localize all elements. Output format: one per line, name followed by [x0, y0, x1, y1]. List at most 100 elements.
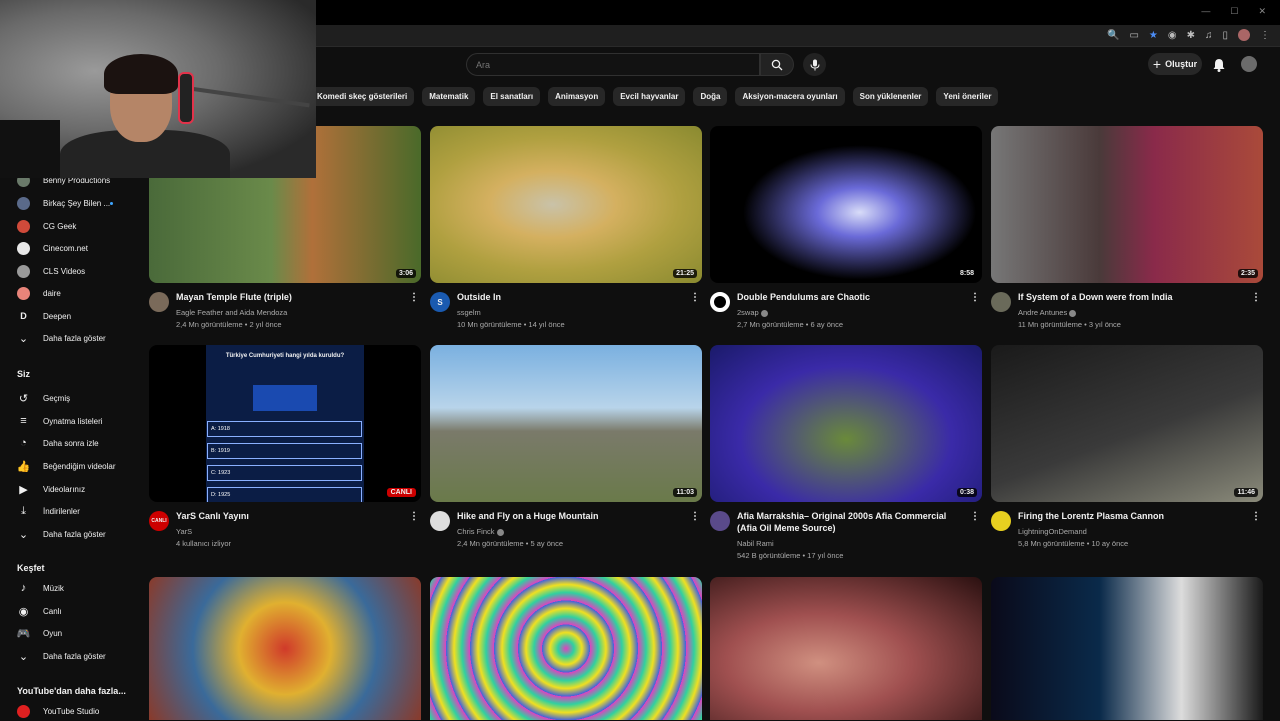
media-icon[interactable]: ♫ — [1205, 30, 1213, 41]
channel-avatar[interactable] — [710, 511, 730, 531]
category-chip[interactable]: Evcil hayvanlar — [613, 87, 686, 106]
video-title[interactable]: If System of a Down were from India — [1018, 291, 1238, 303]
search-button[interactable] — [760, 53, 794, 76]
video-thumbnail[interactable]: 21:25 — [430, 126, 702, 283]
sidebar-item-youtube-studio[interactable]: YouTube Studio — [0, 701, 130, 721]
sidebar-section-you[interactable]: Siz — [17, 369, 30, 379]
sidebar-section-explore[interactable]: Keşfet — [17, 563, 45, 573]
sidebar-item-subscription[interactable]: CLS Videos — [0, 261, 130, 281]
category-chip[interactable]: Aksiyon-macera oyunları — [735, 87, 845, 106]
channel-name[interactable]: Nabil Rami — [737, 539, 774, 548]
sidebar-item-you[interactable]: ↺ Geçmiş — [0, 388, 130, 408]
profile-avatar[interactable] — [1238, 29, 1250, 41]
channel-name[interactable]: Andre Antunes — [1018, 308, 1077, 317]
account-avatar[interactable] — [1241, 56, 1257, 72]
video-thumbnail[interactable]: 0:38 — [710, 345, 982, 502]
sidebar-item-subscription[interactable]: CG Geek — [0, 216, 130, 236]
more-options-icon[interactable]: ⋮ — [970, 292, 980, 303]
channel-avatar[interactable] — [430, 511, 450, 531]
channel-name[interactable]: LightningOnDemand — [1018, 527, 1087, 536]
channel-avatar[interactable] — [991, 511, 1011, 531]
channel-avatar[interactable] — [710, 292, 730, 312]
category-chip[interactable]: Yeni öneriler — [936, 87, 999, 106]
video-title[interactable]: Hike and Fly on a Huge Mountain — [457, 510, 677, 522]
channel-name[interactable]: YarS — [176, 527, 192, 536]
bookmark-star-icon[interactable]: ★ — [1149, 30, 1158, 41]
video-card[interactable]: 8:58 Double Pendulums are Chaotic 2swap 2,7… — [710, 126, 982, 346]
video-card[interactable]: 11:46 Firing the Lorentz Plasma Cannon Lig… — [991, 345, 1263, 565]
more-options-icon[interactable]: ⋮ — [1251, 511, 1261, 522]
sidebar-item-you[interactable]: ≡ Oynatma listeleri — [0, 411, 130, 431]
more-options-icon[interactable]: ⋮ — [1251, 292, 1261, 303]
puzzle-icon[interactable]: ✱ — [1187, 30, 1195, 41]
category-chip[interactable]: Son yüklenenler — [852, 87, 929, 106]
channel-avatar[interactable] — [991, 292, 1011, 312]
more-options-icon[interactable]: ⋮ — [690, 511, 700, 522]
category-chip[interactable]: Animasyon — [548, 87, 606, 106]
video-thumbnail[interactable]: 2:35 — [991, 126, 1263, 283]
video-thumbnail[interactable]: 8:58 — [710, 126, 982, 283]
more-options-icon[interactable]: ⋮ — [970, 511, 980, 522]
sidebar-item-explore[interactable]: ♪ Müzik — [0, 578, 130, 598]
video-card[interactable]: 11:03 Hike and Fly on a Huge Mountain Chri… — [430, 345, 702, 565]
more-options-icon[interactable]: ⋮ — [690, 292, 700, 303]
video-title[interactable]: Outside In — [457, 291, 677, 303]
sidebar-item-you[interactable]: ⌄ Daha fazla göster — [0, 524, 130, 544]
extension-icon[interactable]: ◉ — [1168, 30, 1177, 41]
channel-avatar[interactable]: CANLI — [149, 511, 169, 531]
sidebar-item-subscription[interactable]: Birkaç Şey Bilen ... — [0, 193, 130, 213]
close-icon[interactable]: ✕ — [1258, 6, 1266, 17]
video-thumbnail[interactable]: 11:46 — [991, 345, 1263, 502]
search-box[interactable] — [466, 53, 760, 76]
video-thumbnail[interactable] — [149, 577, 421, 720]
category-chip[interactable]: Doğa — [693, 87, 728, 106]
video-thumbnail[interactable]: 11:03 — [430, 345, 702, 502]
sidebar-item-subscription[interactable]: daire — [0, 283, 130, 303]
video-thumbnail[interactable] — [991, 577, 1263, 720]
more-options-icon[interactable]: ⋮ — [409, 292, 419, 303]
sidebar-item-you[interactable]: ▶ Videolarınız — [0, 479, 130, 499]
video-thumbnail[interactable] — [430, 577, 702, 720]
sidebar-item-you[interactable]: 👍 Beğendiğim videolar — [0, 456, 130, 476]
video-thumbnail[interactable]: Türkiye Cumhuriyeti hangi yılda kuruldu?… — [149, 345, 421, 502]
sidebar-item-you[interactable]: ◔ Daha sonra izle — [0, 433, 130, 453]
channel-avatar[interactable] — [149, 292, 169, 312]
sidebar-item-subscription[interactable]: Cinecom.net — [0, 238, 130, 258]
show-more-subscriptions[interactable]: ⌄ Daha fazla göster — [0, 328, 130, 348]
cast-icon[interactable]: ▭ — [1129, 30, 1138, 41]
zoom-icon[interactable]: 🔍 — [1107, 30, 1119, 41]
video-card[interactable]: 0:38 Afia Marrakshia– Original 2000s Afia… — [710, 345, 982, 565]
sidebar-item-explore[interactable]: 🎮 Oyun — [0, 623, 130, 643]
video-title[interactable]: Afia Marrakshia– Original 2000s Afia Com… — [737, 510, 957, 534]
channel-name[interactable]: 2swap — [737, 308, 768, 317]
category-chip[interactable]: El sanatları — [483, 87, 541, 106]
video-card[interactable]: 2:35 If System of a Down were from India A… — [991, 126, 1263, 346]
video-thumbnail[interactable] — [710, 577, 982, 720]
video-title[interactable]: Firing the Lorentz Plasma Cannon — [1018, 510, 1238, 522]
video-card[interactable]: 21:25 S Outside In ssgelm 10 Mn görüntüleme … — [430, 126, 702, 346]
category-chip[interactable]: Komedi skeç gösterileri — [310, 87, 415, 106]
sidepanel-icon[interactable]: ▯ — [1222, 30, 1228, 41]
create-button[interactable]: + Oluştur — [1148, 53, 1202, 75]
channel-name[interactable]: Chris Finck — [457, 527, 504, 536]
sidebar-section-more[interactable]: YouTube'dan daha fazla... — [17, 686, 126, 696]
voice-search-button[interactable] — [803, 53, 826, 76]
search-input[interactable] — [467, 54, 759, 75]
sidebar-item-explore[interactable]: ◉ Canlı — [0, 601, 130, 621]
channel-name[interactable]: Eagle Feather and Aida Mendoza — [176, 308, 287, 317]
channel-avatar[interactable]: S — [430, 292, 450, 312]
category-chip[interactable]: Matematik — [422, 87, 476, 106]
maximize-icon[interactable]: ☐ — [1230, 6, 1238, 17]
channel-name[interactable]: ssgelm — [457, 308, 481, 317]
sidebar-item-you[interactable]: ⤓ İndirilenler — [0, 501, 130, 521]
more-options-icon[interactable]: ⋮ — [409, 511, 419, 522]
sidebar-item-explore[interactable]: ⌄ Daha fazla göster — [0, 646, 130, 666]
sidebar-item-subscription[interactable]: D Deepen — [0, 306, 130, 326]
video-title[interactable]: Mayan Temple Flute (triple) — [176, 291, 396, 303]
browser-menu-icon[interactable]: ⋮ — [1260, 30, 1270, 41]
minimize-icon[interactable]: — — [1201, 6, 1210, 17]
video-card[interactable]: Türkiye Cumhuriyeti hangi yılda kuruldu?… — [149, 345, 421, 565]
video-title[interactable]: Double Pendulums are Chaotic — [737, 291, 957, 303]
notifications-bell-icon[interactable] — [1211, 57, 1227, 73]
video-title[interactable]: YarS Canlı Yayını — [176, 510, 396, 522]
